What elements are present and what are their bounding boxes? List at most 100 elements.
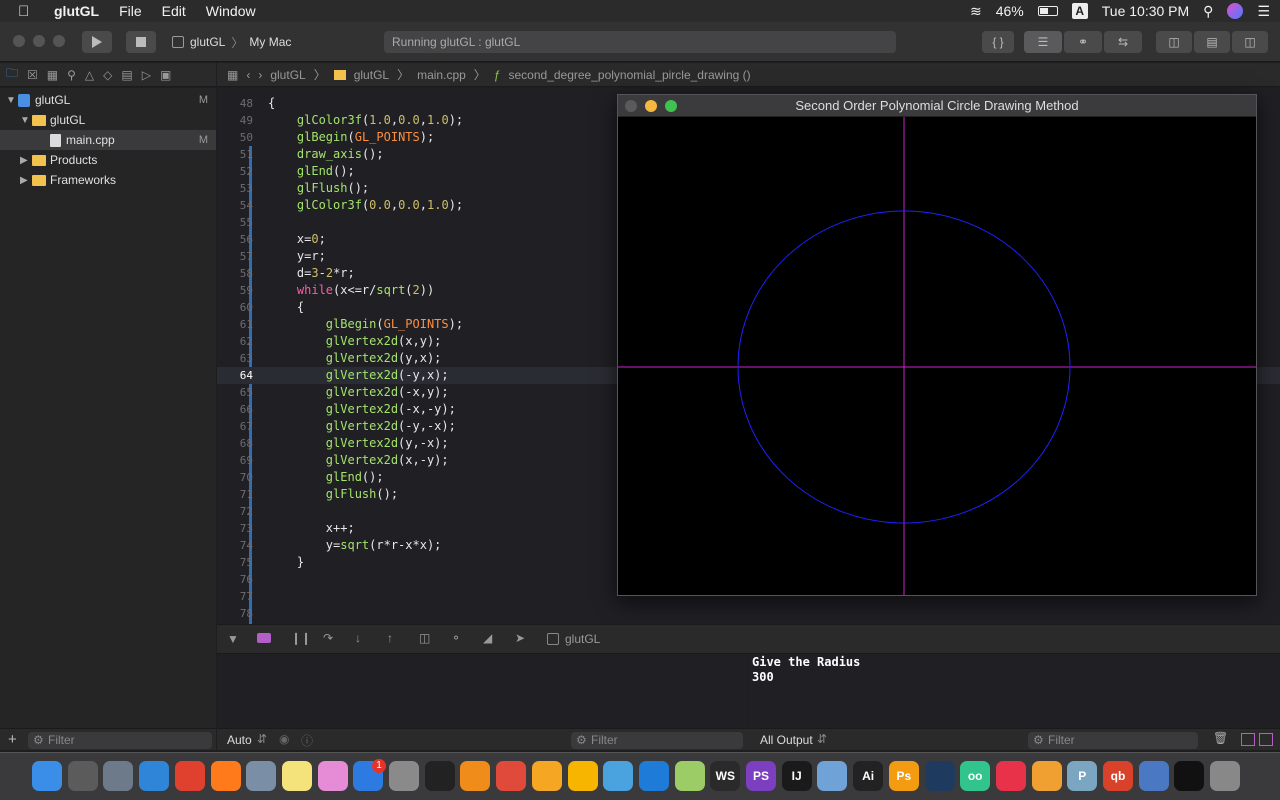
line-number[interactable]: 50 (217, 129, 253, 146)
dock-app-icon[interactable] (1138, 761, 1169, 791)
line-number[interactable]: 78 (217, 605, 253, 622)
line-number[interactable]: 49 (217, 112, 253, 129)
disclosure-down-icon[interactable]: ▼ (20, 115, 32, 126)
view-hierarchy-icon[interactable]: ◫ (419, 631, 430, 645)
line-number[interactable]: 56 (217, 231, 253, 248)
line-number[interactable]: 69 (217, 452, 253, 469)
gl-close-button[interactable] (625, 100, 637, 112)
dock-app-icon[interactable] (1210, 761, 1241, 791)
gl-minimize-button[interactable] (645, 100, 657, 112)
breadcrumb-group[interactable]: glutGL (354, 68, 389, 82)
dock-app-icon[interactable] (995, 761, 1026, 791)
battery-icon[interactable] (1037, 6, 1058, 16)
environment-overrides-icon[interactable]: ◢ (483, 631, 492, 645)
menu-window[interactable]: Window (206, 3, 256, 19)
line-number[interactable]: 52 (217, 163, 253, 180)
line-number[interactable]: 74 (217, 537, 253, 554)
line-number[interactable]: 70 (217, 469, 253, 486)
menu-app-name[interactable]: glutGL (54, 3, 99, 19)
dock-app-icon[interactable] (567, 761, 598, 791)
dock-app-icon[interactable] (424, 761, 455, 791)
dock-app-icon[interactable] (210, 761, 241, 791)
step-into-icon[interactable]: ↓ (355, 631, 361, 645)
line-number[interactable]: 77 (217, 588, 253, 605)
line-number[interactable]: 64 (217, 367, 253, 384)
line-number[interactable]: 53 (217, 180, 253, 197)
dock-app-icon[interactable] (174, 761, 205, 791)
dock-app-icon[interactable]: IJ (781, 761, 812, 791)
line-number[interactable]: 67 (217, 418, 253, 435)
line-number[interactable]: 71 (217, 486, 253, 503)
breadcrumb-project[interactable]: glutGL (270, 68, 305, 82)
dock-app-icon[interactable]: P (1067, 761, 1098, 791)
console-filter-input[interactable]: ⚙ Filter (1028, 732, 1198, 749)
memory-graph-icon[interactable]: ⚬ (451, 631, 461, 645)
breakpoints-toggle-icon[interactable] (257, 633, 271, 643)
info-icon[interactable]: ⓘ (301, 732, 313, 749)
dock-app-icon[interactable] (674, 761, 705, 791)
code-line[interactable]: 78 (217, 605, 1280, 622)
menu-edit[interactable]: Edit (162, 3, 186, 19)
back-icon[interactable]: ‹ (246, 68, 250, 82)
line-number[interactable]: 68 (217, 435, 253, 452)
line-number[interactable]: 73 (217, 520, 253, 537)
opengl-window[interactable]: Second Order Polynomial Circle Drawing M… (617, 94, 1257, 596)
related-items-icon[interactable]: ▦ (227, 68, 238, 82)
tree-item-products[interactable]: ▶ Products (0, 150, 216, 170)
pause-icon[interactable]: ❙❙ (291, 631, 311, 645)
disclosure-right-icon[interactable]: ▶ (20, 155, 32, 166)
wifi-icon[interactable]: ≋ (970, 3, 982, 20)
dock-app-icon[interactable]: Ai (853, 761, 884, 791)
window-close-button[interactable] (13, 35, 25, 47)
line-number[interactable]: 72 (217, 503, 253, 520)
version-editor-button[interactable]: ⇆ (1104, 31, 1142, 53)
dock-app-icon[interactable] (67, 761, 98, 791)
show-console-view-icon[interactable] (1259, 733, 1273, 746)
gl-zoom-button[interactable] (665, 100, 677, 112)
project-navigator-icon[interactable]: 🗀 (6, 64, 18, 85)
trash-icon[interactable]: 🗑 (1213, 731, 1228, 745)
breadcrumb-function[interactable]: second_degree_polynomial_pircle_drawing … (509, 68, 751, 82)
line-number[interactable]: 65 (217, 384, 253, 401)
console-output[interactable]: Give the Radius 300 (749, 654, 1280, 728)
tree-item-main-cpp[interactable]: main.cpp M (0, 130, 216, 150)
variables-filter-input[interactable]: ⚙ Filter (571, 732, 743, 749)
breakpoint-navigator-icon[interactable]: ▷ (142, 68, 151, 82)
source-control-icon[interactable]: ☒ (27, 68, 38, 82)
window-minimize-button[interactable] (33, 35, 45, 47)
find-navigator-icon[interactable]: ⚲ (67, 68, 76, 82)
tree-item-group[interactable]: ▼ glutGL (0, 110, 216, 130)
line-number[interactable]: 66 (217, 401, 253, 418)
breadcrumb-file[interactable]: main.cpp (417, 68, 466, 82)
line-number[interactable]: 54 (217, 197, 253, 214)
siri-icon[interactable] (1227, 3, 1244, 19)
line-number[interactable]: 51 (217, 146, 253, 163)
input-source-icon[interactable]: A (1071, 3, 1088, 19)
forward-icon[interactable]: › (258, 68, 262, 82)
debug-process-name[interactable]: glutGL (565, 632, 600, 646)
quick-look-icon[interactable]: ◉ (279, 732, 289, 746)
line-number[interactable]: 59 (217, 282, 253, 299)
dock-app-icon[interactable] (638, 761, 669, 791)
toggle-navigator-button[interactable]: ◫ (1156, 31, 1192, 53)
step-out-icon[interactable]: ↑ (387, 631, 393, 645)
dock-app-icon[interactable] (603, 761, 634, 791)
toggle-inspector-button[interactable]: ◫ (1232, 31, 1268, 53)
stop-button[interactable] (126, 31, 156, 53)
hide-debug-area-icon[interactable]: ▼ (227, 632, 239, 646)
library-button[interactable]: { } (982, 31, 1014, 53)
line-number[interactable]: 55 (217, 214, 253, 231)
simulate-location-icon[interactable]: ➤ (515, 631, 525, 645)
dock-app-icon[interactable] (531, 761, 562, 791)
line-number[interactable]: 62 (217, 333, 253, 350)
dock-app-icon[interactable] (246, 761, 277, 791)
window-zoom-button[interactable] (53, 35, 65, 47)
dock-app-icon[interactable] (317, 761, 348, 791)
navigator-filter-input[interactable]: ⚙ Filter (28, 732, 212, 749)
debug-navigator-icon[interactable]: ▤ (121, 68, 132, 82)
dock-app-icon[interactable] (1174, 761, 1205, 791)
line-number[interactable]: 61 (217, 316, 253, 333)
assistant-editor-button[interactable]: ⚭ (1064, 31, 1102, 53)
menu-file[interactable]: File (119, 3, 142, 19)
line-number[interactable]: 57 (217, 248, 253, 265)
